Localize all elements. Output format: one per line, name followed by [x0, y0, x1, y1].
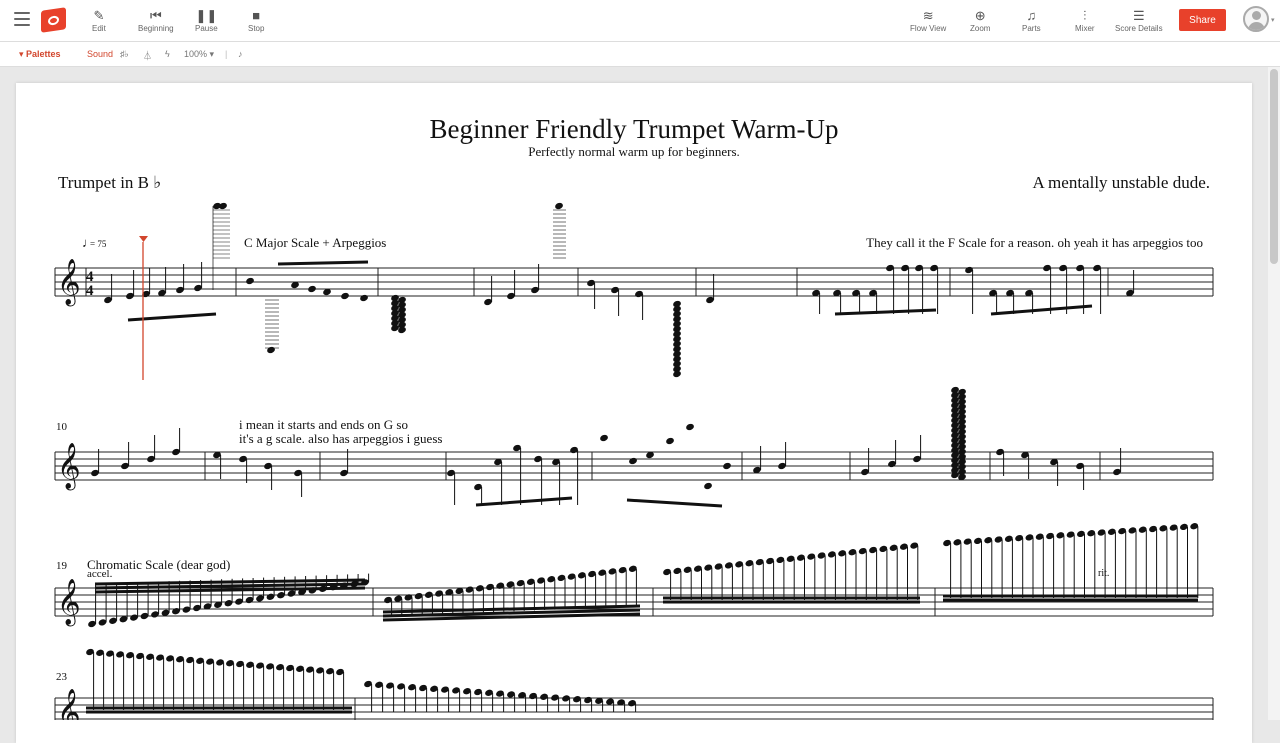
- treble-clef-icon: 𝄞: [57, 579, 81, 627]
- time-signature-bottom: 4: [86, 283, 94, 299]
- score-canvas: Beginner Friendly Trumpet Warm-Up Perfec…: [54, 114, 1214, 720]
- beam: [990, 304, 1093, 316]
- notehead: [723, 462, 731, 470]
- notehead: [246, 277, 254, 285]
- staff-lines: 𝄞𝄞𝄞𝄞44: [54, 259, 1214, 720]
- notehead: [629, 457, 637, 465]
- notehead: [267, 346, 275, 354]
- accel-marking[interactable]: accel.: [87, 568, 113, 580]
- notehead: [308, 285, 316, 293]
- beam: [127, 312, 217, 322]
- beam: [475, 496, 573, 507]
- rit-marking[interactable]: rit.: [1098, 568, 1109, 579]
- notehead: [600, 434, 608, 442]
- measure-number-23: 23: [56, 671, 68, 683]
- instrument-name: Trumpet in B ♭: [58, 173, 161, 192]
- notehead: [666, 437, 674, 445]
- notehead: [341, 292, 349, 300]
- treble-clef-icon: 𝄞: [57, 443, 81, 491]
- staff-text-g-scale-1[interactable]: i mean it starts and ends on G so: [239, 417, 408, 432]
- measure-number-19: 19: [56, 560, 68, 572]
- notehead: [704, 482, 712, 490]
- notehead: [555, 202, 563, 210]
- notehead: [213, 202, 221, 210]
- note-group: [86, 202, 1199, 714]
- notehead: [686, 423, 694, 431]
- staff-text-c-major[interactable]: C Major Scale + Arpeggios: [244, 235, 386, 250]
- notehead: [360, 294, 368, 302]
- composer-name: A mentally unstable dude.: [1032, 173, 1210, 192]
- beam: [834, 308, 937, 316]
- measure-number-10: 10: [56, 421, 68, 433]
- treble-clef-icon: 𝄞: [57, 259, 81, 307]
- playhead-marker[interactable]: [139, 236, 148, 242]
- staff-text-g-scale-2[interactable]: it's a g scale. also has arpeggios i gue…: [239, 431, 442, 446]
- score-subtitle: Perfectly normal warm up for beginners.: [528, 144, 740, 159]
- treble-clef-icon: 𝄞: [57, 689, 81, 720]
- beam: [277, 260, 369, 266]
- staff-text-f-scale[interactable]: They call it the F Scale for a reason. o…: [866, 235, 1203, 250]
- score-title: Beginner Friendly Trumpet Warm-Up: [429, 114, 838, 144]
- tempo-marking: = 75: [90, 239, 107, 249]
- beam: [626, 498, 723, 508]
